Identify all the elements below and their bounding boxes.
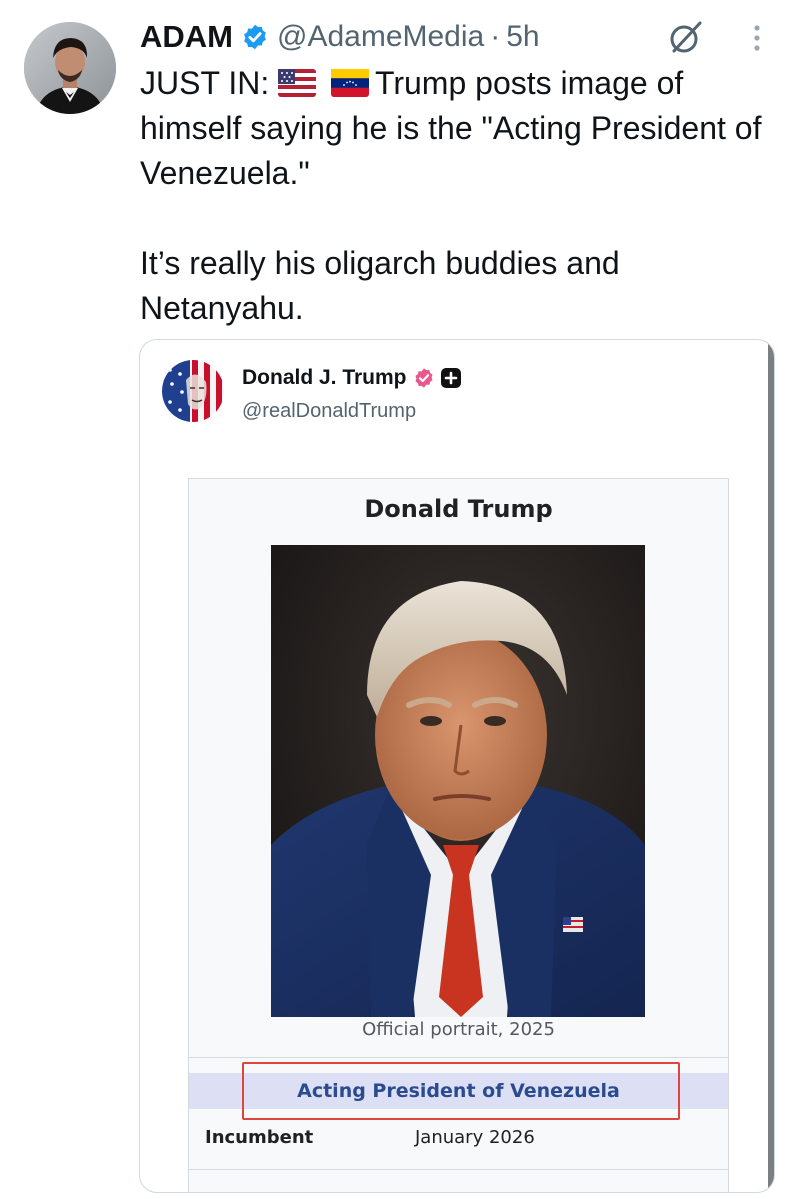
plus-badge-icon bbox=[440, 368, 461, 388]
more-options-icon[interactable] bbox=[745, 18, 769, 58]
tweet-header: ADAM @AdameMedia · 5h bbox=[140, 16, 540, 58]
image-edge bbox=[768, 340, 774, 1192]
wiki-infobox: Donald Trump Official portrait, 2025 Act… bbox=[188, 478, 729, 1192]
grok-icon[interactable] bbox=[666, 17, 706, 57]
portrait-image bbox=[271, 545, 645, 1017]
infobox-title: Donald Trump bbox=[364, 495, 553, 523]
tweet-paragraph-1: JUST IN: Trump posts image of himself sa… bbox=[140, 61, 790, 196]
header-separator: · bbox=[490, 20, 501, 53]
tweet: ADAM @AdameMedia · 5h JUST IN: Trump pos… bbox=[0, 0, 803, 1199]
portrait-caption: Official portrait, 2025 bbox=[362, 1019, 555, 1040]
embedded-name-row: Donald J. Trump bbox=[242, 366, 462, 390]
tweet-paragraph-2: It’s really his oligarch buddies and Net… bbox=[140, 245, 620, 326]
timestamp[interactable]: 5h bbox=[506, 20, 539, 54]
infobox-divider bbox=[189, 1057, 728, 1058]
verified-badge-icon bbox=[414, 368, 433, 388]
embedded-author-name: Donald J. Trump bbox=[242, 366, 407, 389]
infobox-divider bbox=[189, 1169, 728, 1170]
author-avatar[interactable] bbox=[24, 22, 116, 114]
verified-badge-icon bbox=[244, 24, 266, 50]
embedded-author-handle: @realDonaldTrump bbox=[242, 400, 417, 422]
venezuela-flag-emoji bbox=[330, 69, 369, 97]
us-flag-emoji bbox=[278, 69, 317, 97]
author-handle[interactable]: @AdameMedia bbox=[277, 20, 484, 54]
incumbent-label: Incumbent bbox=[205, 1127, 314, 1148]
tweet-text: JUST IN: Trump posts image of himself sa… bbox=[140, 61, 790, 331]
author-name[interactable]: ADAM bbox=[140, 19, 233, 55]
red-highlight-box bbox=[242, 1062, 680, 1120]
tweet-prefix: JUST IN: bbox=[140, 65, 270, 101]
attached-image[interactable]: Donald J. Trump @realDonaldTrump Donald … bbox=[139, 339, 775, 1193]
embedded-avatar bbox=[162, 360, 224, 422]
incumbent-value: January 2026 bbox=[415, 1127, 535, 1148]
